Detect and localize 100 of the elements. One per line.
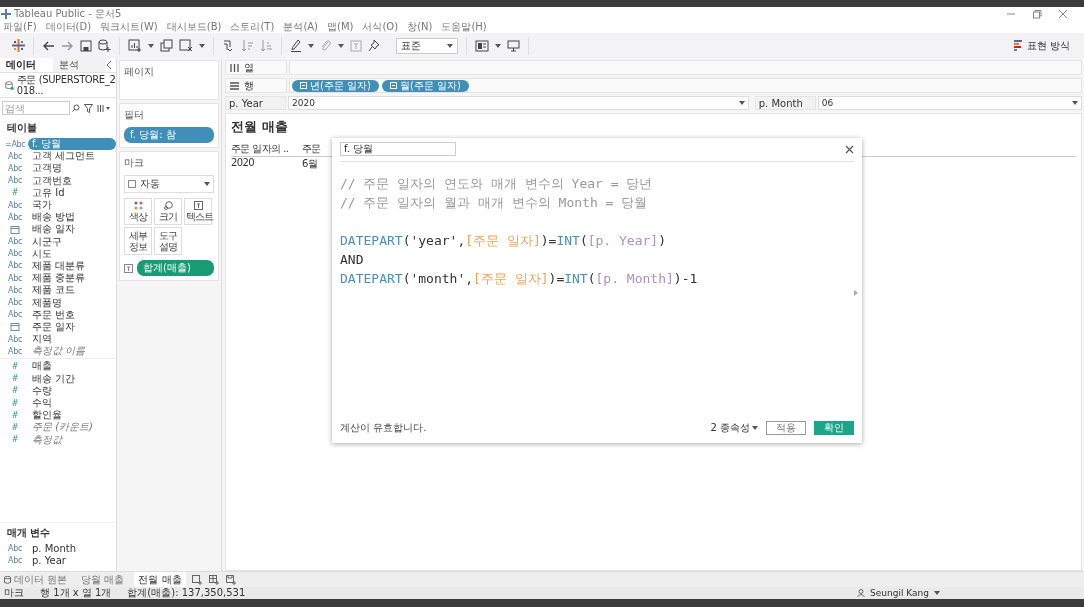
dimension-pill[interactable]: 월(주문 일자)	[382, 79, 469, 92]
new-sheet-icon[interactable]	[191, 574, 203, 585]
field-item[interactable]: 고객명	[28, 162, 66, 175]
field-item[interactable]: 배송 기간	[28, 372, 80, 385]
menu-item[interactable]: 파일(F)	[3, 19, 37, 34]
parameter-dropdown[interactable]: 2020	[288, 96, 749, 110]
menu-item[interactable]: 분석(A)	[283, 19, 319, 34]
field-item[interactable]: 수량	[28, 384, 56, 397]
field-item[interactable]: 고객 세그먼트	[28, 150, 100, 163]
menu-item[interactable]: 맵(M)	[327, 19, 354, 34]
swap-icon[interactable]	[222, 39, 235, 52]
apply-button[interactable]: 적용	[766, 421, 806, 435]
search-field[interactable]: 검색	[2, 101, 70, 115]
presentation-icon[interactable]	[507, 39, 520, 52]
string-type-icon: Abc	[5, 285, 25, 295]
text-mark-icon	[124, 263, 133, 273]
shelf-title: 필터	[124, 108, 145, 122]
field-item[interactable]: 할인율	[28, 409, 66, 422]
filter-icon[interactable]	[84, 103, 93, 113]
rows-shelf[interactable]: 년(주문 일자) 월(주문 일자)	[289, 78, 1082, 93]
save-icon[interactable]	[80, 39, 92, 52]
close-icon[interactable]	[1058, 8, 1068, 19]
duplicate-icon[interactable]	[160, 39, 173, 52]
show-me-button[interactable]: 표현 방식	[1009, 36, 1074, 55]
field-item[interactable]: 시도	[28, 247, 56, 260]
field-item[interactable]: 제품명	[28, 296, 66, 309]
field-item[interactable]: 주문 (카운트)	[28, 421, 97, 434]
number-type-icon: #	[5, 386, 25, 396]
string-type-icon: =Abc	[5, 139, 25, 149]
sheet-tab[interactable]: 당월 매출	[77, 572, 129, 587]
menu-item[interactable]: 스토리(T)	[230, 19, 275, 34]
field-item[interactable]: 측정값 이름	[28, 345, 90, 358]
string-type-icon: Abc	[5, 310, 25, 320]
field-item[interactable]: 배송 일자	[28, 223, 80, 236]
field-item[interactable]: 매출	[28, 360, 56, 373]
user-menu[interactable]: Seungil Kang	[857, 588, 940, 598]
database-add-icon[interactable]	[98, 39, 111, 52]
field-item[interactable]: f. 당월	[28, 138, 116, 151]
menu-item[interactable]: 데이터(D)	[45, 19, 92, 34]
field-item[interactable]: 수익	[28, 397, 56, 410]
string-type-icon: Abc	[5, 212, 25, 222]
fit-dropdown[interactable]: 표준	[396, 37, 458, 54]
chart-add-icon[interactable]	[128, 39, 142, 52]
search-icon[interactable]	[72, 104, 80, 112]
field-item[interactable]: 주문 번호	[28, 308, 80, 321]
field-item[interactable]: 고유 Id	[28, 186, 69, 199]
menu-item[interactable]: 도움말(H)	[441, 19, 487, 34]
caret-icon	[447, 43, 453, 48]
field-item[interactable]: 국가	[28, 199, 56, 212]
menu-item[interactable]: 대시보드(B)	[166, 19, 222, 34]
new-story-icon[interactable]	[225, 574, 237, 585]
back-arrow-icon[interactable]	[42, 39, 55, 52]
close-icon[interactable]	[845, 144, 854, 154]
pin-icon[interactable]	[368, 39, 380, 52]
panel-tab[interactable]: 분석	[53, 58, 106, 72]
restore-icon[interactable]	[1032, 8, 1042, 19]
new-dashboard-icon[interactable]	[208, 574, 220, 585]
collapse-icon[interactable]	[106, 61, 112, 69]
mark-property-button[interactable]: 도구 설명	[154, 227, 182, 255]
size-icon	[163, 201, 173, 210]
rows-icon	[230, 81, 239, 90]
string-type-icon: Abc	[5, 261, 25, 271]
collapse-box-icon	[300, 82, 307, 89]
forward-arrow-icon[interactable]	[61, 39, 74, 52]
paperclip-icon[interactable]	[320, 39, 332, 52]
card-layout-icon[interactable]	[475, 39, 489, 52]
string-type-icon: Abc	[5, 151, 25, 161]
dimension-pill[interactable]: 년(주문 일자)	[292, 79, 379, 92]
menu-item[interactable]: 서식(O)	[362, 19, 399, 34]
dependencies-dropdown[interactable]: 2 종속성	[710, 421, 758, 435]
field-item[interactable]: 시군구	[28, 235, 66, 248]
mark-property-button[interactable]: 세부 정보	[124, 227, 152, 255]
field-item[interactable]: 제품 대분류	[28, 259, 90, 272]
parameter-dropdown[interactable]: 06	[817, 96, 1082, 110]
clear-sheet-icon[interactable]	[179, 39, 193, 52]
field-item[interactable]: 고객번호	[28, 174, 76, 187]
field-item[interactable]: 배송 방법	[28, 211, 80, 224]
data-source-name[interactable]: 주문 (SUPERSTORE_2018...	[16, 74, 116, 96]
sheet-title: 전월 매출	[231, 118, 289, 136]
menu-item[interactable]: 워크시트(W)	[100, 19, 158, 34]
field-item[interactable]: 주문 일자	[28, 320, 80, 333]
field-item[interactable]: p. Year	[28, 554, 70, 567]
mark-property-button[interactable]: 크기	[154, 198, 182, 225]
menu-item[interactable]: 창(N)	[407, 19, 433, 34]
code-comment: // 주문 일자의 월과 매개 변수의 Month = 당월	[340, 194, 649, 212]
calculation-name-field[interactable]: f. 당월	[340, 142, 456, 156]
logo-icon[interactable]	[12, 39, 25, 52]
field-item[interactable]: 지역	[28, 333, 56, 346]
field-item[interactable]: 제품 중분류	[28, 272, 90, 285]
view-options-icon[interactable]	[97, 103, 111, 113]
field-item[interactable]: 측정값	[28, 433, 66, 446]
mark-property-button[interactable]: 색상	[124, 198, 152, 225]
field-item[interactable]: p. Month	[28, 542, 81, 555]
field-item[interactable]: 제품 코드	[28, 284, 80, 297]
mark-property-button[interactable]: 텍스트	[184, 198, 212, 225]
filter-pill[interactable]: f. 당월: 참	[124, 127, 214, 143]
sheet-tab[interactable]: 데이터 원본	[0, 572, 72, 587]
mark-type-dropdown[interactable]: 자동	[124, 175, 214, 193]
sheet-tab[interactable]: 전월 매출	[134, 572, 186, 587]
pen-icon[interactable]	[290, 39, 302, 52]
